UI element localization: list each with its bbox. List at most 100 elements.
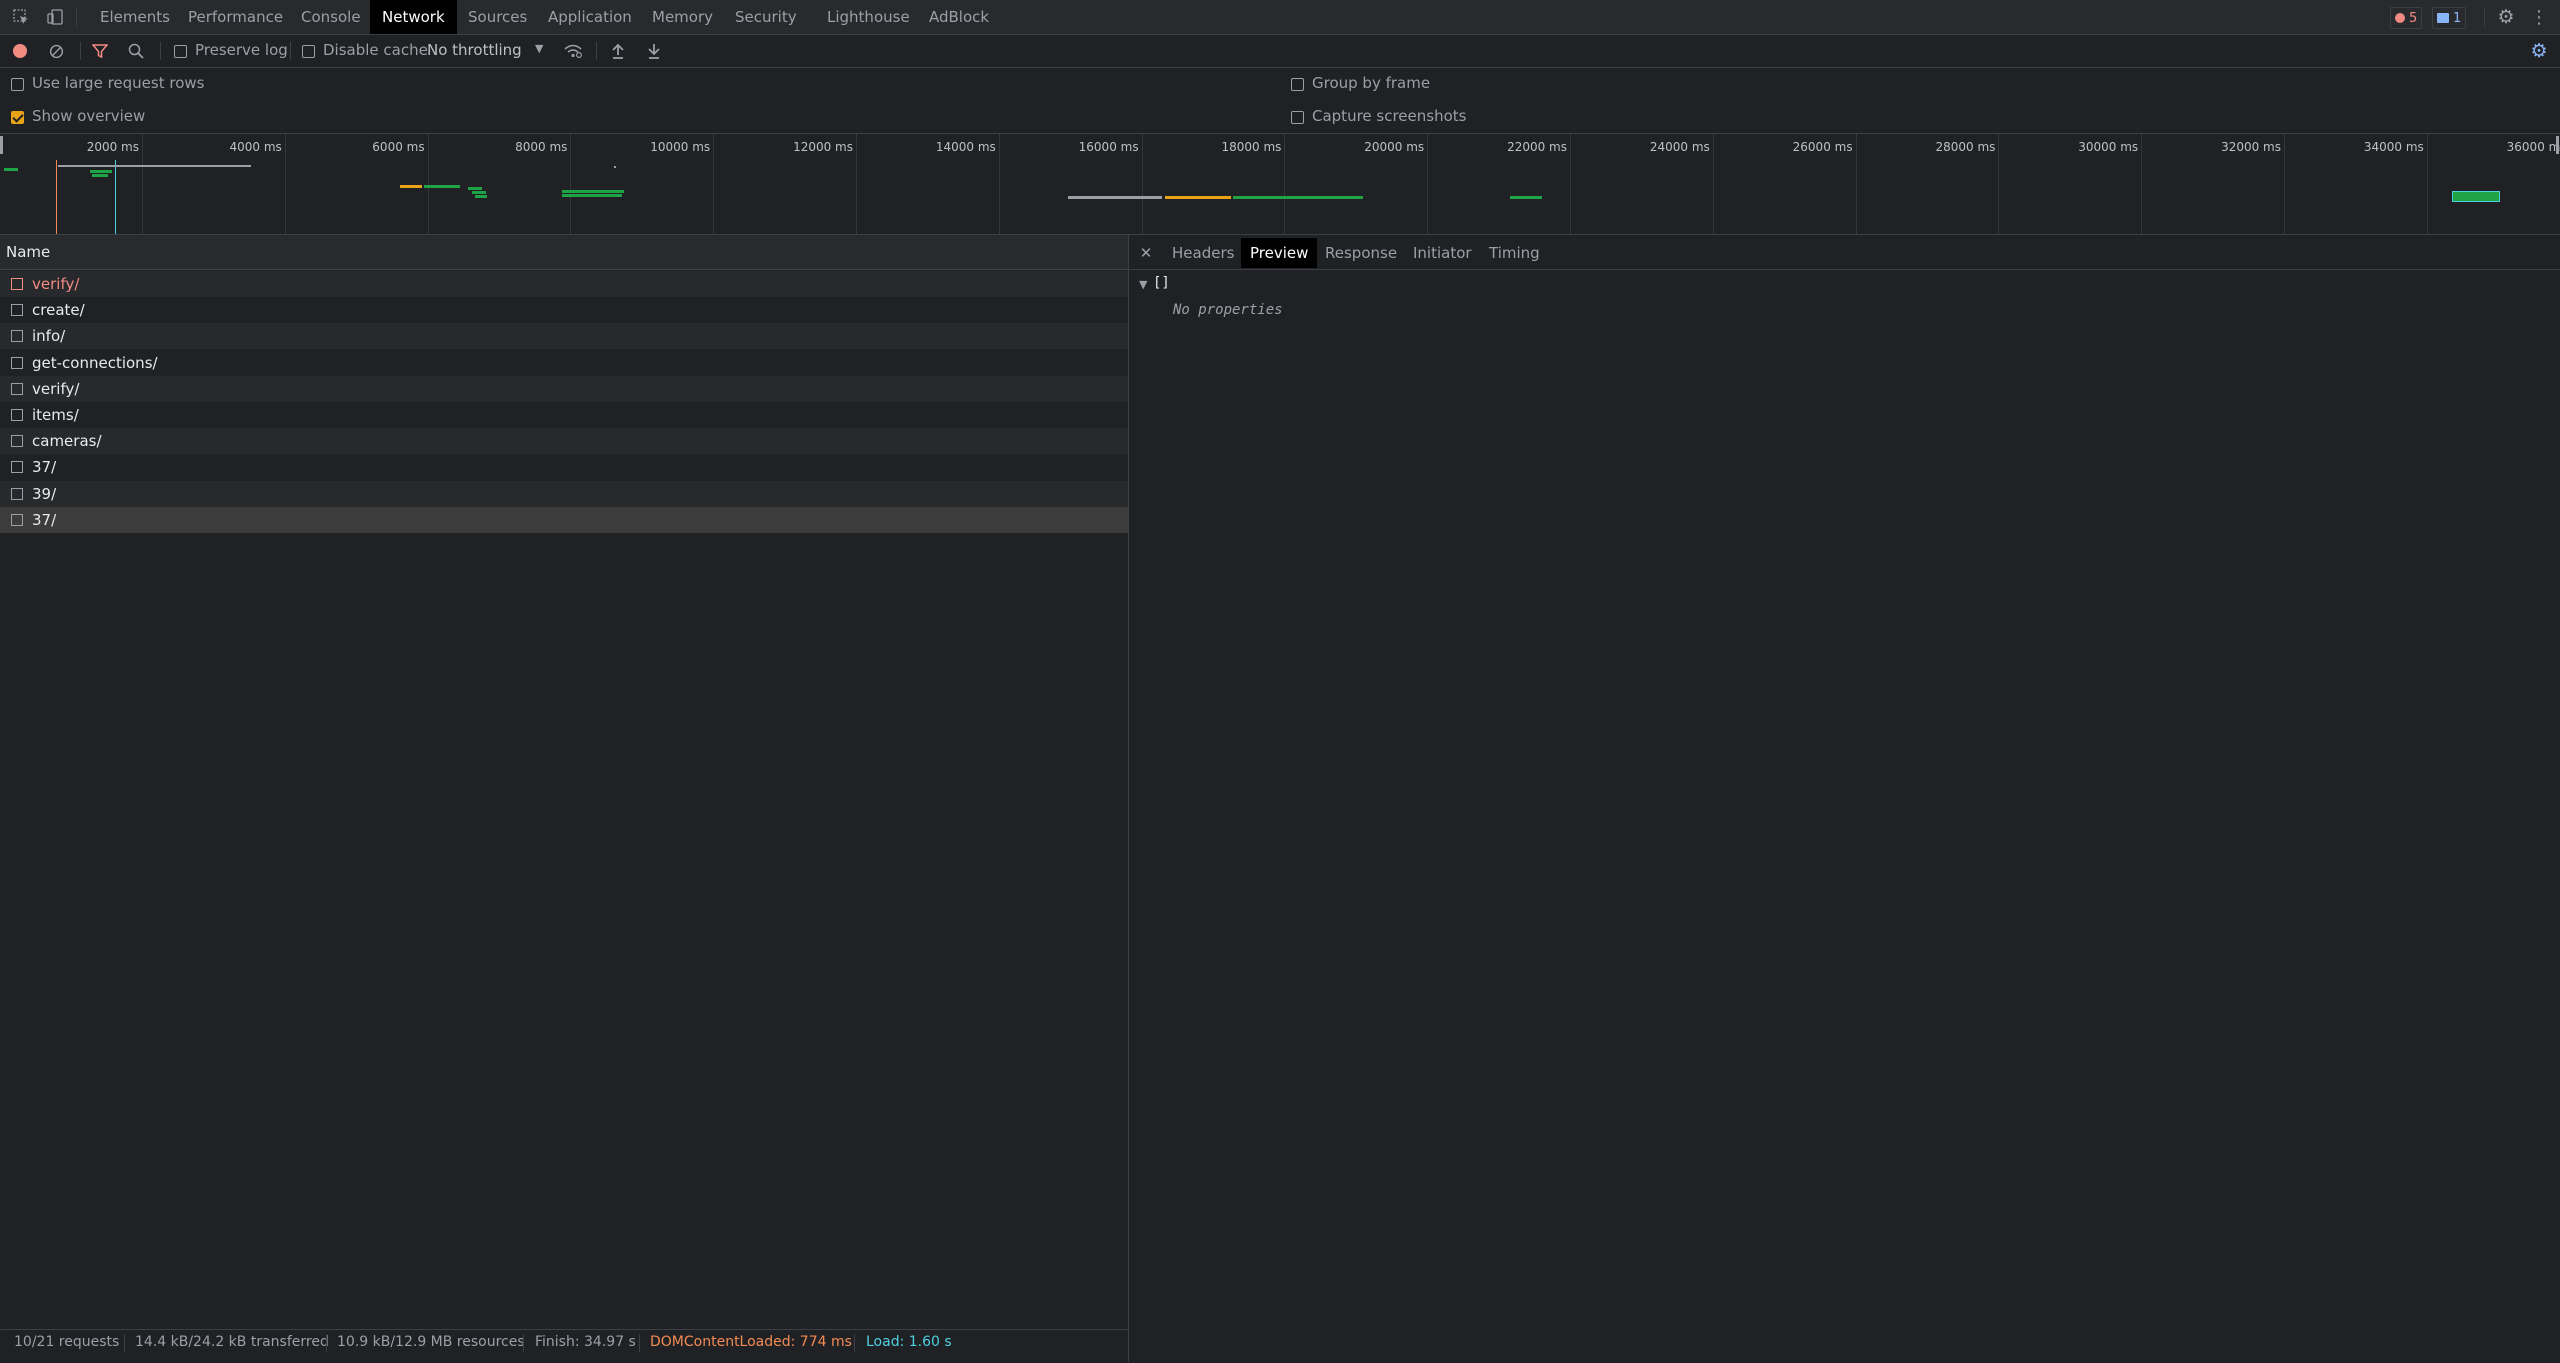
table-row[interactable]: info/ (0, 323, 1128, 350)
capture-screenshots-checkbox[interactable] (1291, 111, 1304, 124)
tab-sources[interactable]: Sources (456, 0, 539, 34)
tab-preview[interactable]: Preview (1241, 238, 1318, 268)
timeline-tick-label: 14000 ms (935, 140, 996, 154)
close-detail-icon[interactable]: ✕ (1136, 243, 1156, 263)
overview-left-handle[interactable] (0, 136, 3, 154)
message-badge[interactable]: 1 (2432, 7, 2467, 29)
group-by-frame-checkbox[interactable] (1291, 78, 1304, 91)
export-har-icon[interactable] (644, 41, 664, 61)
status-divider (854, 1334, 855, 1352)
tab-security[interactable]: Security (723, 0, 809, 34)
filter-icon[interactable] (90, 41, 110, 61)
request-name: create/ (32, 301, 85, 320)
tabbar-divider (76, 7, 77, 27)
timeline-gridline (1998, 134, 2000, 234)
tab-elements[interactable]: Elements (88, 0, 182, 34)
table-row[interactable]: items/ (0, 402, 1128, 428)
message-count: 1 (2453, 10, 2462, 26)
toolbar-divider (160, 42, 161, 60)
error-badge[interactable]: 5 (2390, 7, 2423, 29)
toolbar-divider (80, 42, 81, 60)
tab-network[interactable]: Network (370, 0, 457, 34)
large-rows-checkbox[interactable] (11, 78, 24, 91)
tab-application[interactable]: Application (536, 0, 644, 34)
throttling-select[interactable]: No throttling ▼ (427, 41, 547, 61)
timeline-tick-label: 8000 ms (515, 140, 568, 154)
overview-bar (1165, 196, 1231, 199)
inspect-element-icon[interactable] (10, 6, 32, 28)
tab-headers[interactable]: Headers (1163, 238, 1243, 268)
preview-empty-text: No properties (1173, 302, 1283, 318)
overview-bar (400, 185, 422, 188)
clear-icon[interactable] (46, 41, 66, 61)
load-marker (115, 160, 116, 234)
device-toolbar-icon[interactable] (44, 6, 66, 28)
capture-screenshots-label: Capture screenshots (1312, 107, 1467, 125)
timeline-tick-label: 20000 ms (1364, 140, 1425, 154)
show-overview-checkbox[interactable] (11, 111, 24, 124)
tab-memory[interactable]: Memory (640, 0, 725, 34)
preview-tree-toggle[interactable]: ▼ (1139, 278, 1147, 291)
request-name: get-connections/ (32, 353, 158, 372)
status-divider (523, 1334, 524, 1352)
tabbar-bottom-border (0, 34, 2560, 35)
timeline-gridline (570, 134, 572, 234)
tab-timing[interactable]: Timing (1480, 238, 1549, 268)
overview-bar (614, 166, 616, 168)
name-column-header[interactable]: Name (6, 243, 50, 261)
timeline-gridline (1284, 134, 1286, 234)
timeline-gridline (1570, 134, 1571, 234)
table-row[interactable]: get-connections/ (0, 349, 1128, 376)
table-row[interactable]: create/ (0, 297, 1128, 324)
timeline-gridline (2284, 134, 2285, 234)
network-settings-gear-icon[interactable]: ⚙ (2528, 40, 2550, 62)
overview-right-handle[interactable] (2556, 136, 2559, 154)
overview-bar (475, 195, 487, 198)
tab-lighthouse[interactable]: Lighthouse (815, 0, 922, 34)
more-options-icon[interactable]: ⋮ (2528, 6, 2550, 28)
preserve-log-checkbox[interactable] (174, 45, 187, 58)
request-table-header[interactable]: Name (0, 235, 1128, 269)
timeline-gridline (1141, 134, 1143, 234)
overview-bar (562, 190, 624, 193)
toolbar-bottom-border (0, 67, 2560, 68)
record-button[interactable] (13, 44, 27, 58)
tab-adblock[interactable]: AdBlock (917, 0, 1001, 34)
table-row[interactable]: verify/ (0, 271, 1128, 297)
disable-cache-checkbox[interactable] (302, 45, 315, 58)
tab-performance[interactable]: Performance (176, 0, 295, 34)
import-har-icon[interactable] (608, 41, 628, 61)
status-divider (639, 1334, 640, 1352)
tab-initiator[interactable]: Initiator (1404, 238, 1481, 268)
overview-bar (58, 165, 251, 167)
table-row[interactable]: 39/ (0, 480, 1128, 507)
settings-gear-icon[interactable]: ⚙ (2495, 6, 2517, 28)
message-icon (2437, 13, 2449, 23)
timeline-gridline (142, 134, 143, 234)
timeline-tick-label: 26000 ms (1792, 140, 1853, 154)
request-type-icon (11, 487, 23, 500)
disable-cache-label: Disable cache (323, 41, 428, 59)
timeline-tick-label: 18000 ms (1221, 140, 1282, 154)
table-row[interactable]: cameras/ (0, 428, 1128, 455)
request-type-icon (11, 278, 23, 290)
dcl-marker (56, 160, 57, 234)
badge-divider (2484, 7, 2485, 27)
status-requests: 10/21 requests (14, 1334, 120, 1350)
overview-bar (562, 194, 622, 197)
network-conditions-icon[interactable] (562, 41, 584, 61)
table-row[interactable]: 37/ (0, 454, 1128, 481)
table-row[interactable]: 37/ (0, 506, 1128, 533)
timeline-gridline (2426, 134, 2428, 234)
status-divider (326, 1334, 327, 1352)
search-icon[interactable] (126, 41, 146, 61)
timeline-tick-label: 24000 ms (1649, 140, 1710, 154)
request-type-icon (11, 461, 23, 474)
timeline-tick-label: 12000 ms (793, 140, 853, 154)
table-row[interactable]: verify/ (0, 375, 1128, 402)
tab-response[interactable]: Response (1316, 238, 1406, 268)
split-divider[interactable] (1128, 235, 1129, 1362)
timeline-gridline (284, 134, 286, 234)
tab-console[interactable]: Console (289, 0, 373, 34)
timeline-tick-label: 32000 ms (2221, 140, 2281, 154)
